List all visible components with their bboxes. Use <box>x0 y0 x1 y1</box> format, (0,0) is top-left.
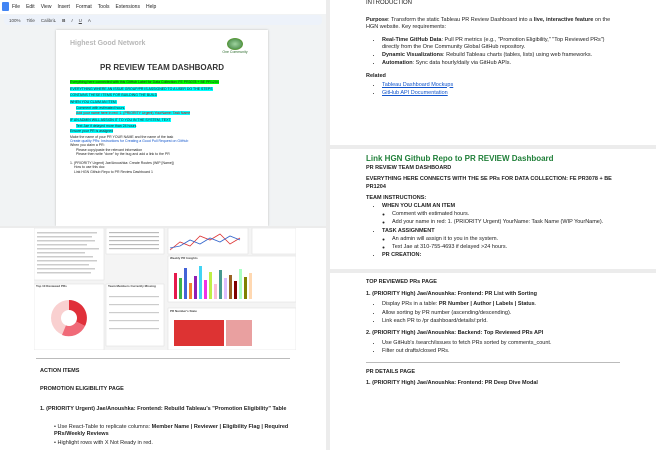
editor-window: File Edit View Insert Format Tools Exten… <box>0 0 326 226</box>
task-item: 1. (PRIORITY Urgent) Jae/Anoushka: Front… <box>40 406 287 412</box>
purpose-paragraph: Purpose: Transform the static Tableau PR… <box>366 17 611 31</box>
globe-icon <box>227 38 243 50</box>
list-item: Use GitHub's /search/issues to fetch PRs… <box>382 340 620 347</box>
list-item: Real-Time GitHub Data: Pull PR metrics (… <box>382 37 620 51</box>
dashboard-mockup-graphic <box>33 228 297 351</box>
zoom-select[interactable]: 100% <box>8 18 22 23</box>
list-item: Comment with estimated hours. <box>392 211 620 218</box>
doc-page: INTRODUCTION Purpose: Transform the stat… <box>330 0 656 145</box>
editor-line: WHEN YOU CLAIM AN ITEM: <box>70 100 117 105</box>
editor-line: Please then write "done" by the bug and … <box>76 152 170 157</box>
font-select[interactable]: CalibriL <box>40 18 57 23</box>
editor-line: Text Jae if delayed more than 24 hours <box>76 123 137 128</box>
doc-page: Link HGN Github Repo to PR REVIEW Dashbo… <box>330 149 656 269</box>
docs-logo-icon[interactable] <box>2 2 9 11</box>
everything-text: EVERYTHING HERE CONNECTS WITH THE SE PRs… <box>366 176 612 190</box>
dashboard-mockup: Top 10 Reviewed PRs Weekly PR Insights T… <box>33 228 297 351</box>
action-items-heading: ACTION ITEMS <box>40 368 80 374</box>
toolbar: 100% Title CalibriL B I U A <box>4 15 322 25</box>
editor-line: Ensure your PR is assigned <box>70 129 114 134</box>
task-item: 2. (PRIORITY High) Jae/Anoushka: Backend… <box>366 330 544 337</box>
github-api-docs-link[interactable]: GitHub API Documentation <box>382 90 448 96</box>
menu-tools[interactable]: Tools <box>98 4 110 10</box>
team-dashboard-heading: PR REVIEW TEAM DASHBOARD <box>366 165 452 172</box>
members-missing-title: Team Members Currently Missing <box>108 284 156 288</box>
intro-heading: INTRODUCTION <box>366 0 412 6</box>
task-item: 1. (PRIORITY High) Jae/Anoushka: Fronten… <box>366 291 538 298</box>
divider <box>366 361 620 363</box>
promotion-heading: PROMOTION ELIGIBILITY PAGE <box>40 386 124 392</box>
numbers-state-title: PR Number's State <box>170 309 197 313</box>
menu-help[interactable]: Help <box>146 4 156 10</box>
instructions-list: WHEN YOU CLAIM AN ITEM Comment with esti… <box>366 203 620 259</box>
divider <box>36 358 290 359</box>
editor-page[interactable]: Highest Good Network One Community PR RE… <box>56 30 268 226</box>
task-item: 1. (PRIORITY High) Jae/Anoushka: Fronten… <box>366 379 538 386</box>
action-items-page: Top 10 Reviewed PRs Weekly PR Insights T… <box>0 228 326 450</box>
bold-button[interactable]: B <box>61 18 66 23</box>
related-list: Tableau Dashboard Mockups GitHub API Doc… <box>366 82 620 97</box>
list-item: Dynamic Visualizations: Rebuild Tableau … <box>382 52 620 59</box>
menu-edit[interactable]: Edit <box>26 4 35 10</box>
one-community-logo: One Community <box>218 38 252 54</box>
team-instructions-heading: TEAM INSTRUCTIONS: <box>366 194 427 201</box>
document-view[interactable]: INTRODUCTION Purpose: Transform the stat… <box>330 0 656 450</box>
editor-line: IF AN ADMIN WILL ASSIGN IT TO YOU IN THE… <box>70 118 171 123</box>
list-item: Filter out drafts/closed PRs. <box>382 348 620 355</box>
underline-button[interactable]: U <box>78 18 83 23</box>
editor-line: Comment with estimated hours. <box>76 105 126 110</box>
menu-view[interactable]: View <box>41 4 52 10</box>
weekly-insights-title: Weekly PR Insights <box>170 256 198 260</box>
menu-format[interactable]: Format <box>76 4 92 10</box>
list-item: An admin will assign it to you in the sy… <box>392 236 620 243</box>
list-item: Allow sorting by PR number (ascending/de… <box>382 310 620 317</box>
requirements-list: Real-Time GitHub Data: Pull PR metrics (… <box>366 37 620 68</box>
menu-file[interactable]: File <box>12 4 20 10</box>
list-item: Display PRs in a table: PR Number | Auth… <box>382 301 620 308</box>
text-color-button[interactable]: A <box>87 18 92 23</box>
list-item: Link each PR to /pr dashboard/details/:p… <box>382 318 620 325</box>
italic-button[interactable]: I <box>70 18 73 23</box>
list-item: • Highlight rows with X Not Ready in red… <box>54 440 153 446</box>
doc-page: TOP REVIEWED PRs PAGE 1. (PRIORITY High)… <box>330 273 656 450</box>
top-reviewed-title: Top 10 Reviewed PRs <box>36 284 67 288</box>
editor-line: Link HGN Github Repo to PR Review Dashbo… <box>74 169 153 174</box>
list-item: Text Jae at 310-755-4693 if delayed >24 … <box>392 244 620 251</box>
list-item: • Use React-Table to replicate columns: … <box>54 424 289 438</box>
editor-line: CONTAINS THESE ITEMS FOR BUILDING THE BU… <box>70 92 158 97</box>
editor-doc-title: PR REVIEW TEAM DASHBOARD <box>99 63 224 72</box>
menu-bar: File Edit View Insert Format Tools Exten… <box>0 0 326 14</box>
task-sublist: Use GitHub's /search/issues to fetch PRs… <box>366 340 620 355</box>
link-heading: Link HGN Github Repo to PR REVIEW Dashbo… <box>366 154 554 163</box>
list-item: Add your name in red: 1. (PRIORITY Urgen… <box>392 219 620 226</box>
menu-extensions[interactable]: Extensions <box>115 4 139 10</box>
top-reviewed-heading: TOP REVIEWED PRs PAGE <box>366 279 437 285</box>
task-sublist: Display PRs in a table: PR Number | Auth… <box>366 301 620 325</box>
editor-line: Add your name here in red: 1. (PRIORITY … <box>76 111 191 116</box>
tableau-mockups-link[interactable]: Tableau Dashboard Mockups <box>382 82 453 88</box>
editor-line: EVERYTHING WHERE AN ISSUE GROUP/PR IS AS… <box>70 87 213 92</box>
style-select[interactable]: Title <box>26 18 36 23</box>
menu-insert[interactable]: Insert <box>57 4 70 10</box>
editor-line: Everything here connected with this GitH… <box>70 80 219 84</box>
list-item: Automation: Sync data hourly/daily via G… <box>382 60 620 67</box>
related-label: Related <box>366 73 386 80</box>
pr-details-heading: PR DETAILS PAGE <box>366 368 415 375</box>
